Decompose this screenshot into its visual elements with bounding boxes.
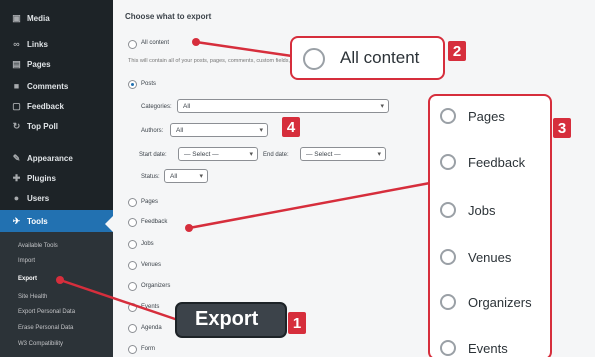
marker-all-content: [192, 38, 200, 46]
callout-item-label: Venues: [468, 249, 512, 265]
callout-item-label: Feedback: [468, 154, 526, 170]
callout-item-organizers: Organizers: [440, 294, 532, 310]
callout-item-feedback: Feedback: [440, 154, 525, 170]
badge-3: 3: [553, 118, 571, 138]
callout-item-label: Events: [468, 340, 508, 356]
marker-types: [185, 224, 193, 232]
callout-item-jobs: Jobs: [440, 202, 495, 218]
callout-item-pages: Pages: [440, 108, 505, 124]
marker-export: [56, 276, 64, 284]
badge-2: 2: [448, 41, 466, 61]
radio-icon: [440, 108, 456, 124]
callout-item-label: Organizers: [468, 294, 532, 310]
callout-item-label: Jobs: [468, 202, 496, 218]
callout-item-venues: Venues: [440, 249, 511, 265]
post-types-callout: Pages Feedback Jobs Venues Organizers Ev…: [428, 94, 552, 357]
export-callout-label: Export: [195, 308, 259, 330]
all-content-callout-label: All content: [340, 48, 420, 67]
radio-icon: [303, 48, 325, 70]
badge-1: 1: [288, 312, 306, 334]
export-callout: Export: [175, 302, 287, 338]
radio-icon: [440, 249, 456, 265]
radio-icon: [440, 202, 456, 218]
badge-4: 4: [282, 117, 300, 137]
all-content-callout: All content: [290, 36, 445, 80]
connector-export: [59, 278, 179, 322]
radio-icon: [440, 340, 456, 356]
connector-all-content: [195, 40, 293, 58]
radio-icon: [440, 154, 456, 170]
radio-icon: [440, 294, 456, 310]
callout-item-events: Events: [440, 340, 508, 356]
callout-item-label: Pages: [468, 108, 505, 124]
connector-types: [188, 181, 431, 230]
